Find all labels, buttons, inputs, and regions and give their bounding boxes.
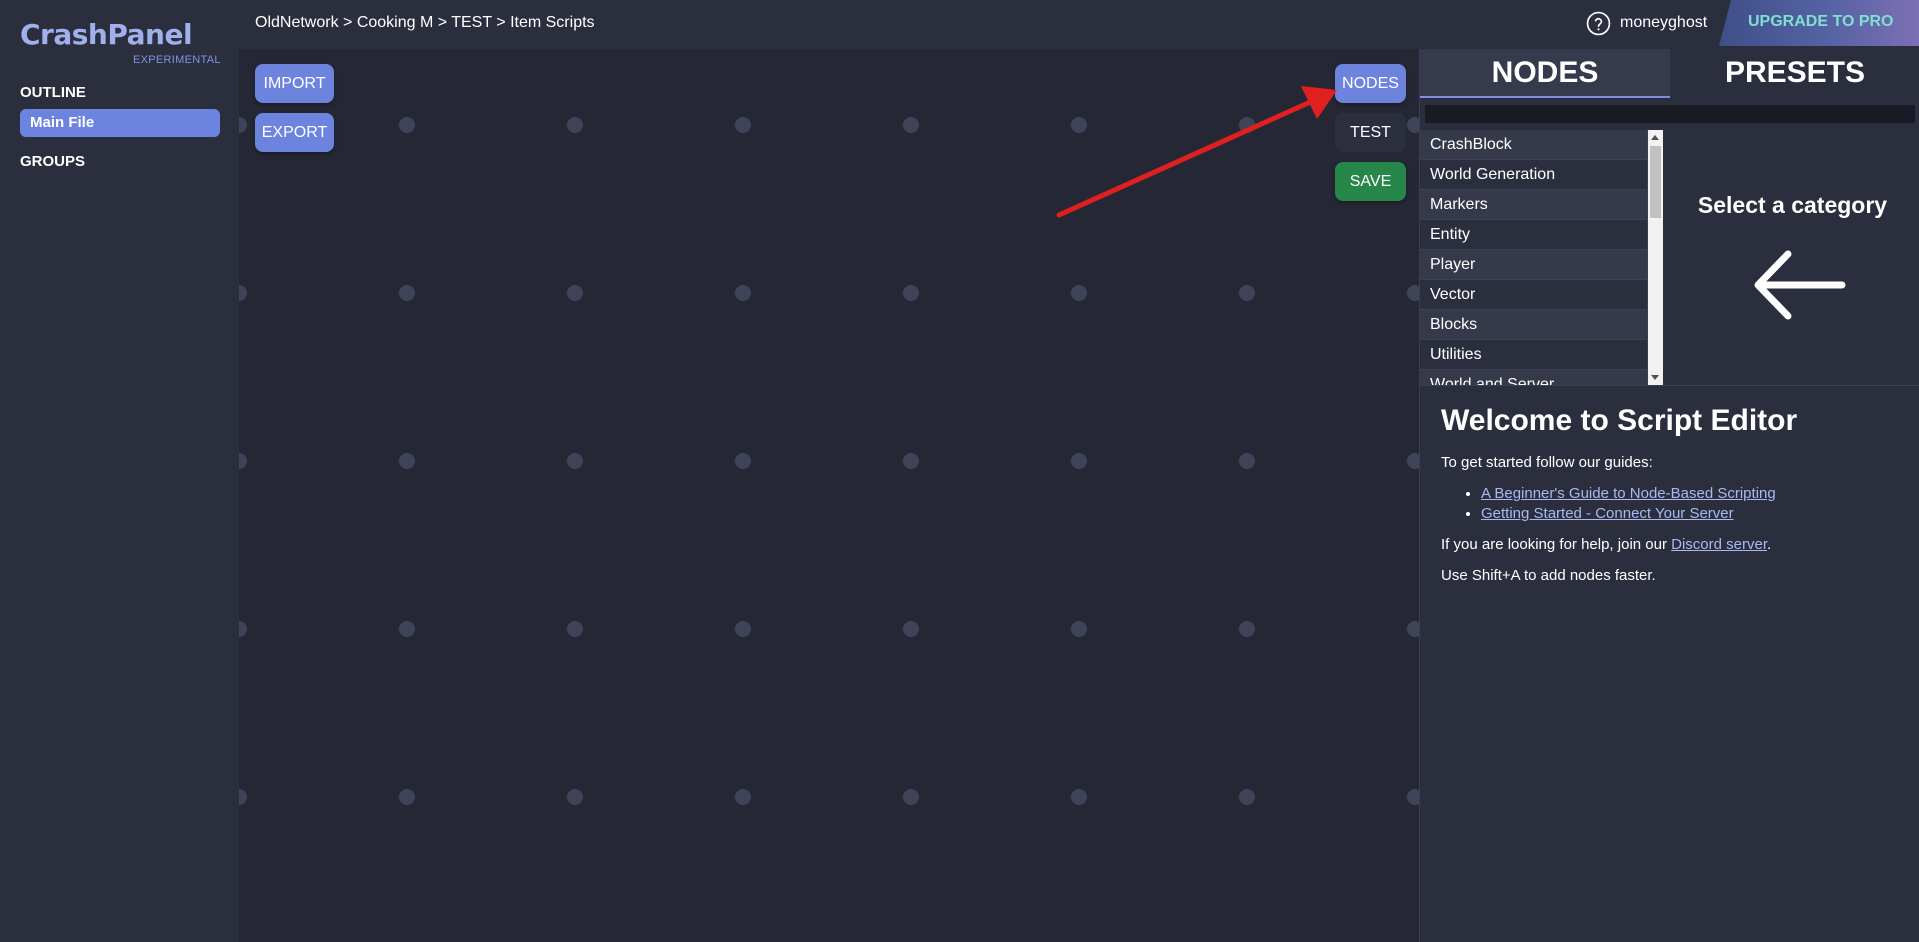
discord-link[interactable]: Discord server (1671, 536, 1767, 553)
welcome-intro: To get started follow our guides: (1441, 454, 1653, 471)
annotation-arrow (1056, 86, 1337, 218)
welcome-title: Welcome to Script Editor (1441, 404, 1798, 437)
category-item[interactable]: World and Server (1420, 370, 1647, 385)
help-text: If you are looking for help, join our Di… (1441, 536, 1911, 553)
node-canvas[interactable]: IMPORT EXPORT NODES TEST SAVE (239, 49, 1419, 942)
brand-subtitle: EXPERIMENTAL (133, 54, 221, 66)
guide-link-connect-server[interactable]: Getting Started - Connect Your Server (1481, 505, 1734, 522)
category-list[interactable]: CrashBlock World Generation Markers Enti… (1420, 130, 1648, 385)
brand-logo[interactable]: CrashPanel (20, 18, 193, 51)
outline-heading: OUTLINE (20, 84, 86, 101)
arrow-left-icon (1754, 250, 1846, 320)
select-category-title: Select a category (1697, 192, 1888, 218)
shortcut-tip: Use Shift+A to add nodes faster. (1441, 567, 1656, 584)
top-bar: OldNetwork > Cooking M > TEST > Item Scr… (239, 0, 1919, 49)
tab-nodes[interactable]: NODES (1420, 49, 1670, 98)
category-item[interactable]: Player (1420, 250, 1647, 280)
category-scrollbar[interactable] (1648, 130, 1663, 385)
category-item[interactable]: Entity (1420, 220, 1647, 250)
groups-heading[interactable]: GROUPS (20, 153, 85, 170)
list-item: Getting Started - Connect Your Server (1481, 505, 1911, 522)
sidebar-item-main-file[interactable]: Main File (20, 109, 220, 137)
username[interactable]: moneyghost (1620, 14, 1707, 32)
node-search-input[interactable] (1425, 105, 1915, 123)
category-item[interactable]: Blocks (1420, 310, 1647, 340)
category-item[interactable]: Utilities (1420, 340, 1647, 370)
upgrade-button[interactable]: UPGRADE TO PRO (1719, 0, 1919, 46)
upgrade-label: UPGRADE TO PRO (1748, 13, 1894, 30)
guide-list: A Beginner's Guide to Node-Based Scripti… (1481, 485, 1911, 522)
scroll-thumb[interactable] (1650, 146, 1661, 218)
scroll-down-icon[interactable] (1651, 375, 1659, 380)
category-item[interactable]: Vector (1420, 280, 1647, 310)
sidebar: CrashPanel EXPERIMENTAL OUTLINE Main Fil… (0, 0, 239, 942)
help-circle-icon[interactable] (1586, 11, 1611, 36)
panel-divider (1420, 385, 1919, 386)
category-item[interactable]: World Generation (1420, 160, 1647, 190)
breadcrumb: OldNetwork > Cooking M > TEST > Item Scr… (255, 14, 595, 31)
guide-link-beginner[interactable]: A Beginner's Guide to Node-Based Scripti… (1481, 485, 1776, 502)
category-item[interactable]: Markers (1420, 190, 1647, 220)
help-text-suffix: . (1767, 536, 1772, 553)
category-item[interactable]: CrashBlock (1420, 130, 1647, 160)
welcome-section: Welcome to Script Editor To get started … (1441, 404, 1911, 598)
scroll-up-icon[interactable] (1651, 135, 1659, 140)
help-text-prefix: If you are looking for help, join our (1441, 536, 1672, 553)
list-item: A Beginner's Guide to Node-Based Scripti… (1481, 485, 1911, 502)
tab-presets[interactable]: PRESETS (1670, 49, 1919, 98)
nodes-panel: NODES PRESETS CrashBlock World Generatio… (1419, 49, 1919, 942)
